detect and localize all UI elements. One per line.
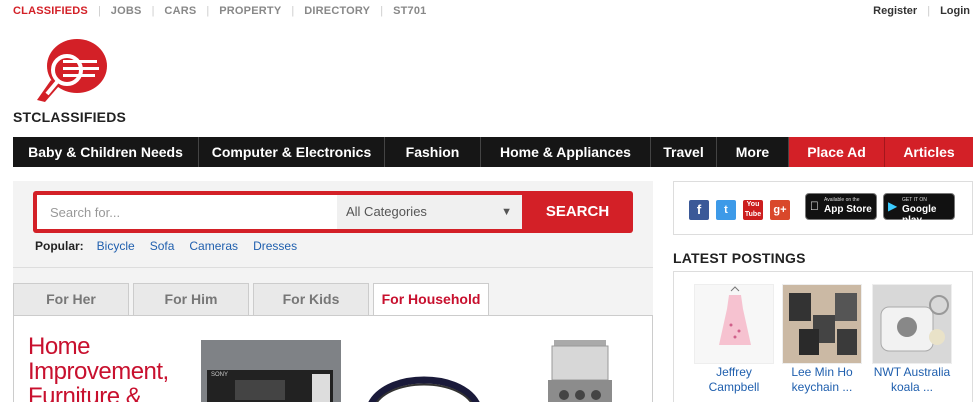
app-store-big-text: App Store <box>824 204 872 215</box>
posting-caption[interactable]: NWT Australia koala ... <box>872 365 952 395</box>
tab-for-kids[interactable]: For Kids <box>253 283 369 316</box>
separator: | <box>151 5 155 17</box>
tab-for-him[interactable]: For Him <box>133 283 249 316</box>
category-tabs: For Her For Him For Kids For Household <box>13 283 653 318</box>
posting-caption-line: Campbell <box>708 380 760 394</box>
nav-item-more[interactable]: More <box>717 137 789 167</box>
posting-item[interactable]: Lee Min Ho keychain ... <box>782 284 862 395</box>
search-bar: All Categories ▼ SEARCH <box>33 191 633 233</box>
nav-item-baby-children[interactable]: Baby & Children Needs <box>13 137 199 167</box>
promo-headline[interactable]: Home Improvement, Furniture & <box>28 334 169 402</box>
google-play-big-text: Google play <box>902 204 937 226</box>
place-ad-button[interactable]: Place Ad <box>789 137 885 167</box>
search-input[interactable] <box>37 195 337 229</box>
separator: | <box>206 5 210 17</box>
latest-postings-title: LATEST POSTINGS <box>673 250 806 266</box>
posting-thumbnail[interactable] <box>782 284 862 364</box>
separator: | <box>927 5 931 17</box>
product-image-stove[interactable] <box>534 340 624 402</box>
tab-for-her[interactable]: For Her <box>13 283 129 316</box>
posting-caption-line: keychain ... <box>791 380 853 394</box>
site-link-jobs[interactable]: JOBS <box>111 5 142 17</box>
logo-classifieds-text: CLASSIFIEDS <box>31 109 127 125</box>
popular-tag[interactable]: Dresses <box>253 239 297 253</box>
stove-icon <box>548 340 612 402</box>
category-nav: Baby & Children Needs Computer & Electro… <box>13 137 973 167</box>
category-select-value: All Categories <box>346 204 427 219</box>
posting-caption-line: Lee Min Ho <box>791 365 853 379</box>
tab-panel: Home Improvement, Furniture & SONY <box>13 315 653 402</box>
nav-item-fashion[interactable]: Fashion <box>385 137 481 167</box>
posting-caption[interactable]: Jeffrey Campbell <box>694 365 774 395</box>
user-links: Register | Login <box>873 5 970 17</box>
app-store-small-text: Available on the <box>824 197 860 203</box>
cable-icon <box>368 376 480 402</box>
posting-item[interactable]: Jeffrey Campbell <box>694 284 774 395</box>
nav-item-computer-electronics[interactable]: Computer & Electronics <box>199 137 385 167</box>
posting-caption[interactable]: Lee Min Ho keychain ... <box>782 365 862 395</box>
posting-caption-line: NWT Australia <box>873 365 951 379</box>
separator: | <box>380 5 384 17</box>
google-play-small-text: GET IT ON <box>902 197 927 203</box>
posting-thumbnail[interactable] <box>872 284 952 364</box>
nav-item-travel[interactable]: Travel <box>651 137 717 167</box>
product-image-cable[interactable] <box>359 340 489 402</box>
divider <box>13 267 653 268</box>
top-bar: CLASSIFIEDS | JOBS | CARS | PROPERTY | D… <box>0 0 977 24</box>
headline-line: Home <box>28 333 91 360</box>
posting-thumbnail[interactable] <box>694 284 774 364</box>
separator: | <box>97 5 101 17</box>
product-image-sony-box[interactable]: SONY <box>201 340 341 402</box>
social-app-links: f t YouTube g+  Available on the App St… <box>673 181 973 235</box>
twitter-icon[interactable]: t <box>716 200 736 220</box>
product-brand-label: SONY <box>211 372 229 378</box>
popular-label: Popular: <box>35 239 84 253</box>
nav-item-home-appliances[interactable]: Home & Appliances <box>481 137 651 167</box>
register-link[interactable]: Register <box>873 5 917 17</box>
headline-line: Improvement, <box>28 358 169 385</box>
posting-caption-line: Jeffrey <box>716 365 752 379</box>
category-select[interactable]: All Categories ▼ <box>337 195 522 229</box>
keychain-image <box>783 285 861 363</box>
separator: | <box>291 5 295 17</box>
dress-image <box>719 286 751 345</box>
dropdown-arrow-icon: ▼ <box>501 206 512 218</box>
youtube-icon[interactable]: You Tube <box>743 200 763 220</box>
logo-wordmark: STCLASSIFIEDS <box>13 109 126 125</box>
posting-item[interactable]: NWT Australia koala ... <box>872 284 952 395</box>
site-links: CLASSIFIEDS | JOBS | CARS | PROPERTY | D… <box>13 5 427 17</box>
play-icon: ▶ <box>888 199 898 213</box>
site-link-property[interactable]: PROPERTY <box>219 5 281 17</box>
popular-tag[interactable]: Cameras <box>189 239 238 253</box>
site-link-directory[interactable]: DIRECTORY <box>304 5 370 17</box>
tab-for-household[interactable]: For Household <box>373 283 489 318</box>
login-link[interactable]: Login <box>940 5 970 17</box>
apple-icon:  <box>810 199 819 213</box>
articles-link[interactable]: Articles <box>885 137 973 167</box>
posting-caption-line: koala ... <box>890 380 934 394</box>
headline-line: Furniture & <box>28 383 142 402</box>
facebook-icon[interactable]: f <box>689 200 709 220</box>
popular-tag[interactable]: Sofa <box>150 239 175 253</box>
search-button[interactable]: SEARCH <box>526 195 629 229</box>
main-search-area: All Categories ▼ SEARCH Popular: Bicycle… <box>13 181 653 402</box>
latest-postings-panel: Jeffrey Campbell Lee Min Ho keychain ... <box>673 271 973 402</box>
google-plus-icon[interactable]: g+ <box>770 200 790 220</box>
site-link-st701[interactable]: ST701 <box>393 5 426 17</box>
google-play-badge[interactable]: ▶ GET IT ON Google play <box>883 193 955 226</box>
logo-st-text: ST <box>13 109 32 125</box>
popular-searches: Popular: Bicycle Sofa Cameras Dresses <box>35 239 312 253</box>
app-store-badge[interactable]:  Available on the App Store <box>805 193 877 220</box>
popular-tag[interactable]: Bicycle <box>97 239 135 253</box>
site-logo[interactable]: STCLASSIFIEDS <box>13 36 133 126</box>
koala-keychain-image <box>873 285 951 363</box>
site-link-cars[interactable]: CARS <box>164 5 196 17</box>
product-box: SONY <box>207 370 333 402</box>
site-link-classifieds[interactable]: CLASSIFIEDS <box>13 5 88 17</box>
magnifier-logo-icon <box>37 39 107 102</box>
